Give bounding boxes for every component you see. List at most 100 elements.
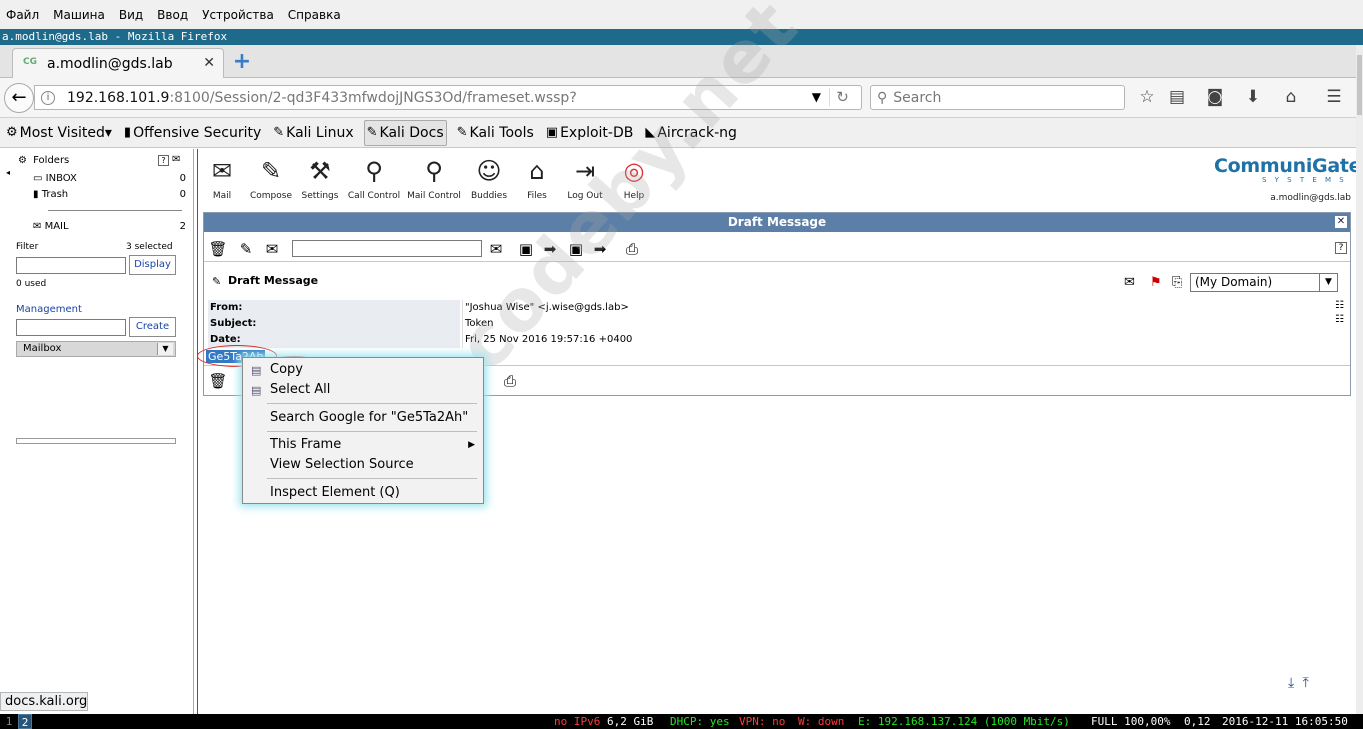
app-toolbar: ✉ Mail ✎ Compose ⚒ Settings ⚲ Call Control ⚲… — [198, 149, 1362, 207]
bookmark-offensive-security[interactable]: ▮ Offensive Security — [122, 120, 263, 146]
flag-icon[interactable]: ⚑ — [1150, 275, 1162, 290]
filter-input[interactable] — [16, 257, 126, 274]
folder-count: 0 — [179, 173, 186, 184]
menu-item-copy[interactable]: Copy — [270, 361, 303, 379]
folder-mail[interactable]: ✉ MAIL — [33, 220, 69, 234]
tool-mail-control[interactable]: ⚲ Mail Control — [404, 155, 464, 201]
vm-menu-file[interactable]: Файл — [6, 8, 39, 22]
offsec-icon: ▮ — [123, 125, 132, 140]
menu-item-this-frame[interactable]: This Frame — [270, 436, 475, 454]
status-datetime: 2016-12-11 16:05:50 — [1222, 715, 1348, 728]
url-host: 192.168.101.9 — [67, 89, 170, 106]
bookmark-star-icon[interactable]: ☆ — [1136, 87, 1158, 109]
menu-item-search-google[interactable]: Search Google for "Ge5Ta2Ah" — [270, 409, 468, 427]
bookmark-kali-linux[interactable]: ✎ Kali Linux — [271, 120, 355, 146]
back-button[interactable]: ← — [4, 83, 34, 113]
url-history-dropdown-icon[interactable]: ▼ — [812, 90, 821, 104]
help-icon[interactable]: ? — [158, 155, 169, 166]
tab-close-icon[interactable]: ✕ — [203, 55, 215, 71]
menu-item-label: Select All — [270, 382, 331, 397]
vm-menu-input[interactable]: Ввод — [157, 8, 188, 22]
chevron-down-icon: ▾ — [104, 124, 112, 141]
management-input[interactable] — [16, 319, 126, 336]
forward-mail-icon[interactable]: ✉ — [262, 239, 282, 259]
trash-icon[interactable]: 🗑 — [208, 239, 228, 259]
folders-icon: ⚙ — [18, 155, 27, 166]
submenu-arrow-icon: ▶ — [468, 440, 475, 450]
folders-label: Folders — [33, 155, 70, 166]
collapse-arrow-icon[interactable]: ◂ — [6, 168, 10, 177]
vm-menu-help[interactable]: Справка — [288, 8, 341, 22]
tab-active[interactable]: CG a.modlin@gds.lab ✕ — [12, 48, 224, 78]
new-tab-button[interactable]: + — [230, 51, 254, 75]
scrollbar-thumb[interactable] — [1357, 55, 1362, 115]
management-label[interactable]: Management — [16, 304, 82, 315]
tool-mail[interactable]: ✉ Mail — [204, 155, 240, 201]
folder-name: INBOX — [45, 173, 77, 184]
message-headers: From: "Joshua Wise" <j.wise@gds.lab> Sub… — [208, 300, 1332, 348]
status-load: 0,12 — [1184, 715, 1211, 728]
folder-name: Trash — [41, 189, 69, 200]
exploitdb-icon: ▣ — [545, 125, 559, 140]
workspace-2[interactable]: 2 — [18, 714, 32, 729]
tool-files[interactable]: ⌂ Files — [518, 155, 556, 201]
bookmark-label: Kali Linux — [286, 124, 354, 141]
create-button[interactable]: Create — [129, 317, 176, 337]
tool-call-control[interactable]: ⚲ Call Control — [345, 155, 403, 201]
edit-pencil-icon[interactable]: ✎ — [236, 239, 256, 259]
envelope-icon[interactable]: ✉ — [172, 154, 180, 165]
recipient-input[interactable] — [292, 240, 482, 257]
bookmark-kali-docs[interactable]: ✎ Kali Docs — [363, 119, 447, 146]
scroll-up-icon[interactable]: ⤒ — [1303, 675, 1309, 691]
draft-title: Draft Message — [228, 274, 319, 287]
menu-item-view-selection-source[interactable]: View Selection Source — [270, 456, 414, 474]
menu-item-select-all[interactable]: Select All — [270, 381, 330, 399]
info-icon[interactable]: i — [41, 90, 55, 105]
search-icon: ⚲ — [877, 89, 888, 106]
folder-inbox[interactable]: ▭ INBOX — [33, 172, 77, 186]
status-disk: 6,2 GiB — [607, 715, 654, 728]
bookmark-kali-tools[interactable]: ✎ Kali Tools — [455, 120, 536, 146]
folder-trash[interactable]: ▮ Trash — [33, 188, 68, 202]
tool-buddies[interactable]: ☺ Buddies — [468, 155, 510, 201]
mailbox-select[interactable]: Mailbox ▼ — [16, 341, 176, 357]
header-label: From: — [208, 300, 460, 316]
settings-icon[interactable]: ☷ — [1335, 314, 1344, 325]
vertical-scrollbar[interactable] — [1356, 45, 1363, 714]
system-status-bar: 1 2 no IPv6 6,2 GiB DHCP: yes VPN: no W:… — [0, 714, 1363, 729]
menu-hamburger-icon[interactable]: ☰ — [1323, 87, 1345, 109]
search-input[interactable]: ⚲ Search — [870, 85, 1125, 110]
address-book-icon[interactable]: ⎘ — [1172, 275, 1182, 290]
scroll-arrows: ⤓ ⤒ — [1288, 675, 1309, 691]
reload-icon[interactable]: ↻ — [829, 88, 855, 106]
vm-menu-devices[interactable]: Устройства — [202, 8, 274, 22]
scroll-down-icon[interactable]: ⤓ — [1288, 675, 1294, 691]
list-icon[interactable]: ☷ — [1335, 300, 1344, 311]
vm-menubar: Файл Машина Вид Ввод Устройства Справка — [0, 0, 1363, 29]
help-icon[interactable]: ? — [1335, 242, 1347, 254]
pencil-icon: ✎ — [212, 275, 222, 288]
trash-icon[interactable]: 🗑 — [208, 371, 228, 391]
tool-settings[interactable]: ⚒ Settings — [300, 155, 340, 201]
menu-item-inspect-element[interactable]: Inspect Element (Q) — [270, 484, 400, 502]
home-icon[interactable]: ⌂ — [1280, 87, 1302, 109]
domain-select[interactable]: (My Domain) ▼ — [1190, 273, 1338, 292]
send-mail-icon[interactable]: ✉ — [486, 239, 506, 259]
downloads-icon[interactable]: ⬇ — [1242, 87, 1264, 109]
display-button[interactable]: Display — [129, 255, 176, 275]
link-status-overlay: docs.kali.org — [0, 692, 88, 711]
reading-list-icon[interactable]: ▤ — [1166, 87, 1188, 109]
vm-menu-machine[interactable]: Машина — [53, 8, 105, 22]
message-toolbar: 🗑 ✎ ✉ ✉ ▣ ➡ ▣ ➡ ⎙ ? — [204, 235, 1350, 262]
envelope-icon[interactable]: ✉ — [1124, 275, 1135, 290]
tool-label: Files — [527, 191, 547, 201]
mail-control-icon: ⚲ — [425, 157, 443, 185]
status-wifi: W: down — [798, 715, 845, 728]
workspace-1[interactable]: 1 — [2, 714, 16, 729]
tool-compose[interactable]: ✎ Compose — [246, 155, 296, 201]
pocket-icon[interactable]: ◙ — [1204, 87, 1226, 109]
menu-separator — [267, 403, 477, 404]
close-icon[interactable]: ✕ — [1335, 216, 1347, 228]
vm-menu-view[interactable]: Вид — [119, 8, 143, 22]
bookmark-most-visited[interactable]: ⚙ Most Visited ▾ — [4, 120, 114, 146]
